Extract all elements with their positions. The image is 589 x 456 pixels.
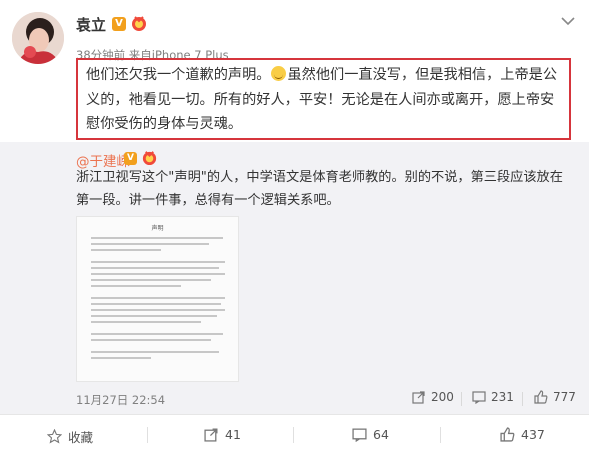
forward-icon — [412, 391, 425, 404]
comment-icon — [352, 428, 367, 442]
thumbs-up-icon — [500, 427, 515, 442]
post-content: 他们还欠我一个道歉的声明。 虽然他们一直没写，但是我相信，上帝是公义的，祂看见一切… — [86, 63, 562, 137]
repost-date[interactable]: 11月27日 22:54 — [76, 392, 165, 408]
forward-button[interactable]: 41 — [204, 427, 241, 442]
repost-like-count: 777 — [553, 390, 576, 404]
chevron-down-icon[interactable] — [561, 16, 575, 26]
author-name[interactable]: 袁立 — [76, 14, 106, 35]
repost-forward-stat[interactable]: 200 — [412, 390, 454, 404]
favorite-button[interactable]: 收藏 — [47, 427, 93, 446]
thumbnail-title: 声明 — [151, 225, 164, 232]
like-button[interactable]: 437 — [500, 427, 545, 442]
smile-emoji-icon — [271, 66, 287, 81]
forward-icon — [204, 428, 218, 442]
thumbs-up-icon — [534, 390, 548, 404]
repost-image-thumbnail[interactable]: 声明 — [76, 216, 239, 382]
post-text-part1: 他们还欠我一个道歉的声明。 — [86, 67, 271, 83]
repost-forward-count: 200 — [431, 390, 454, 404]
repost-like-stat[interactable]: 777 — [534, 390, 576, 404]
repost-comment-count: 231 — [491, 390, 514, 404]
repost-text: 浙江卫视写这个"声明"的人，中学语文是体育老师教的。别的不说，第三段应该放在第一… — [76, 170, 563, 208]
medal-icon[interactable] — [130, 14, 148, 32]
comment-icon — [472, 391, 486, 404]
like-count: 437 — [521, 427, 545, 442]
forward-count: 41 — [225, 427, 241, 442]
avatar[interactable] — [12, 12, 64, 64]
action-bar: 收藏 41 64 437 — [0, 414, 589, 456]
repost-medal-icon[interactable] — [141, 149, 158, 166]
repost-verified-badge-icon: V — [124, 152, 137, 165]
comment-button[interactable]: 64 — [352, 427, 389, 442]
repost-comment-stat[interactable]: 231 — [472, 390, 514, 404]
verified-badge-icon: V — [112, 17, 126, 31]
weibo-post: 袁立 V 38分钟前 来自iPhone 7 Plus 他们还欠我一个道歉的声明。… — [0, 0, 589, 456]
star-icon — [47, 429, 62, 444]
comment-count: 64 — [373, 427, 389, 442]
favorite-label: 收藏 — [68, 430, 94, 445]
